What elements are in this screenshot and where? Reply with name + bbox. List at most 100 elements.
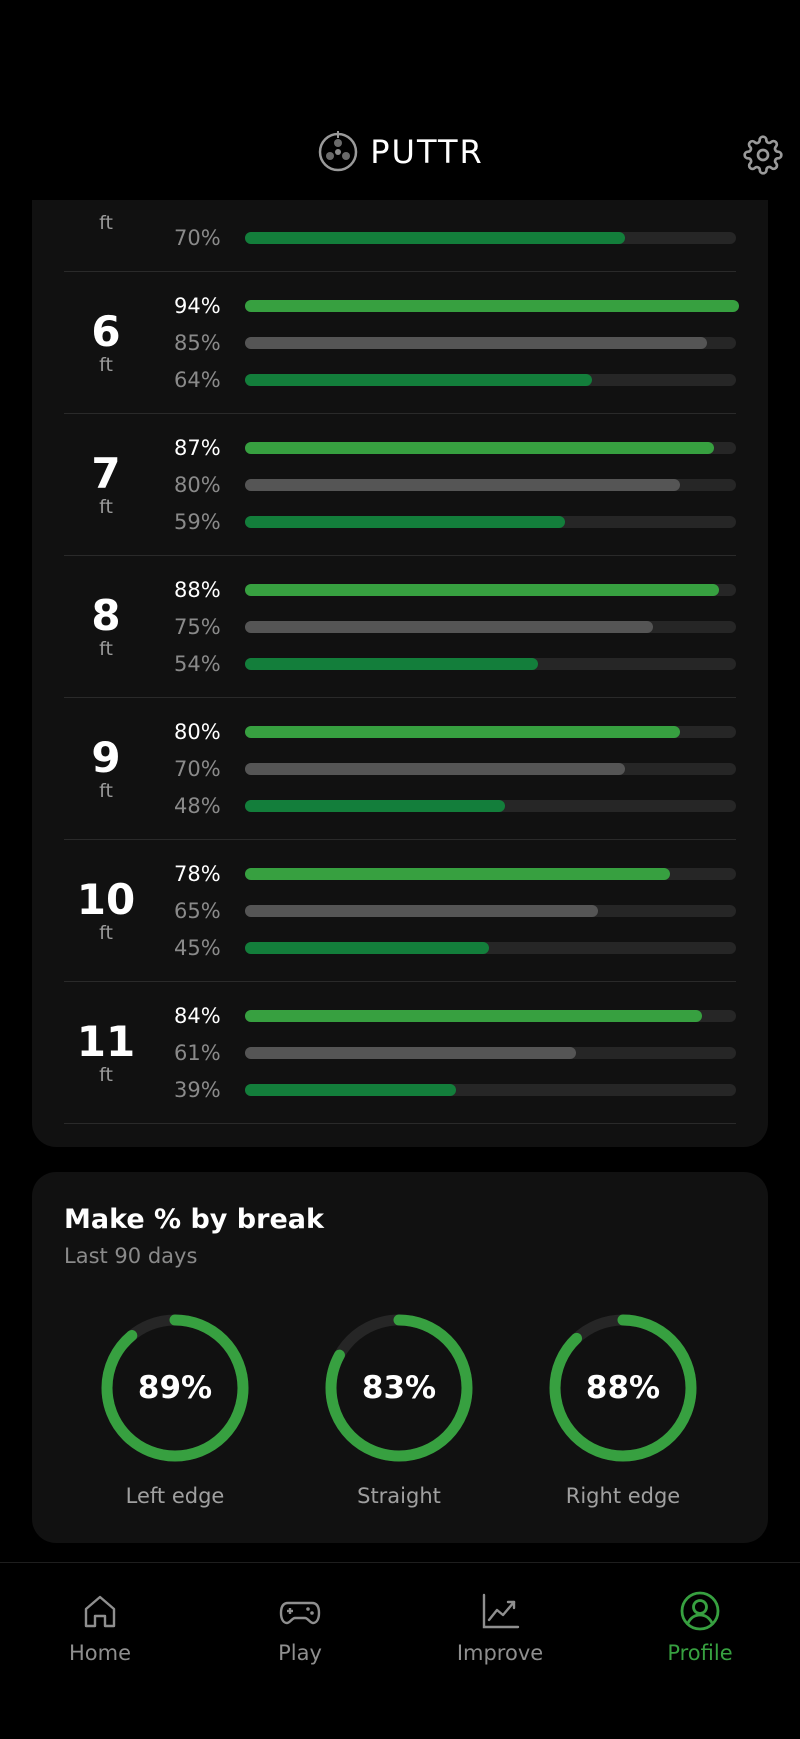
distance-row: 6 ft 94% 85% 64% xyxy=(64,272,740,414)
progress-track xyxy=(245,762,736,775)
metric-percent: 59% xyxy=(174,509,221,534)
progress-fill xyxy=(245,231,626,244)
distance-label: 6 ft xyxy=(64,272,148,414)
metric-percent: 70% xyxy=(174,225,221,250)
profile-icon xyxy=(680,1591,720,1631)
bottom-nav: Home Play Improve Profile xyxy=(0,1562,800,1739)
nav-item-home[interactable]: Home xyxy=(0,1589,200,1679)
app-header: PUTTR xyxy=(0,0,800,200)
progress-fill xyxy=(245,336,708,349)
progress-fill xyxy=(245,441,715,454)
nav-label: Home xyxy=(68,1641,131,1665)
metric-row: 85% xyxy=(174,324,736,361)
metric-percent: 88% xyxy=(174,577,221,602)
metric-percent: 70% xyxy=(174,756,221,781)
progress-track xyxy=(245,620,736,633)
distance-label: 10 ft xyxy=(64,840,148,982)
progress-track xyxy=(245,299,740,312)
nav-item-profile[interactable]: Profile xyxy=(600,1589,800,1679)
nav-label: Profile xyxy=(667,1641,733,1665)
progress-track xyxy=(245,373,736,386)
distance-label: 8 ft xyxy=(64,556,148,698)
metric-row: 64% xyxy=(174,361,736,398)
progress-track xyxy=(245,725,736,738)
distance-unit: ft xyxy=(99,638,113,660)
progress-fill xyxy=(245,867,671,880)
metric-row: 61% xyxy=(174,1034,736,1071)
metric-row: 80% xyxy=(174,713,736,750)
progress-fill xyxy=(245,1046,577,1059)
distance-value: 8 xyxy=(91,591,121,640)
distance-value: 6 xyxy=(91,307,121,356)
metric-row: 75% xyxy=(174,608,736,645)
metric-row: 78% xyxy=(174,855,736,892)
metric-percent: 65% xyxy=(174,898,221,923)
metric-row: 65% xyxy=(174,892,736,929)
metric-percent: 87% xyxy=(174,435,221,460)
nav-label: Improve xyxy=(456,1641,544,1665)
progress-fill xyxy=(245,657,539,670)
app-screen: 5ft70%6ft94%85%64%7ft87%80%59%8ft88%75%5… xyxy=(0,0,800,1739)
metric-percent: 80% xyxy=(174,472,221,497)
metric-row: 70% xyxy=(174,750,736,787)
trend-chart-icon xyxy=(482,1593,520,1629)
distance-value: 10 xyxy=(76,875,136,924)
progress-track xyxy=(245,657,736,670)
progress-track xyxy=(245,231,736,244)
progress-track xyxy=(245,583,736,596)
progress-track xyxy=(245,867,736,880)
ring-chart: 89% xyxy=(95,1308,255,1468)
progress-track xyxy=(245,1083,736,1096)
distance-unit: ft xyxy=(99,212,113,234)
metric-percent: 78% xyxy=(174,861,221,886)
progress-track xyxy=(245,1046,736,1059)
distance-row: 8 ft 88% 75% 54% xyxy=(64,556,736,698)
metric-row: 87% xyxy=(174,429,736,466)
metric-row: 70% xyxy=(174,219,736,256)
metric-row: 88% xyxy=(174,571,736,608)
distance-unit: ft xyxy=(99,922,113,944)
metric-row: 54% xyxy=(174,645,736,682)
brand: PUTTR xyxy=(0,130,800,174)
progress-fill xyxy=(245,583,720,596)
break-ring-item: 89% Left edge xyxy=(85,1308,265,1518)
progress-track xyxy=(245,904,736,917)
metric-percent: 94% xyxy=(174,293,221,318)
metric-percent: 45% xyxy=(174,935,221,960)
metric-percent: 39% xyxy=(174,1077,221,1102)
distance-label: 9 ft xyxy=(64,698,148,840)
distance-stats-card: 5ft70%6ft94%85%64%7ft87%80%59%8ft88%75%5… xyxy=(32,150,768,1147)
progress-fill xyxy=(245,941,490,954)
ring-chart: 83% xyxy=(319,1308,479,1468)
progress-fill xyxy=(245,904,599,917)
progress-fill xyxy=(245,620,654,633)
metric-row: 39% xyxy=(174,1071,736,1108)
metric-percent: 61% xyxy=(174,1040,221,1065)
progress-track xyxy=(245,336,736,349)
distance-unit: ft xyxy=(99,496,113,518)
metric-row: 45% xyxy=(174,929,736,966)
progress-fill xyxy=(245,1083,457,1096)
progress-fill xyxy=(245,299,740,312)
metric-percent: 85% xyxy=(174,330,221,355)
distance-value: 7 xyxy=(91,449,121,498)
progress-track xyxy=(245,799,736,812)
nav-item-play[interactable]: Play xyxy=(200,1589,400,1679)
break-ring-item: 83% Straight xyxy=(309,1308,489,1518)
gamepad-icon xyxy=(279,1601,321,1625)
progress-fill xyxy=(245,1009,703,1022)
break-stats-card: Make % by break Last 90 days 89% Left edg… xyxy=(32,1172,768,1543)
distance-label: 7 ft xyxy=(64,414,148,556)
nav-label: Play xyxy=(278,1641,322,1665)
gear-icon xyxy=(743,135,783,175)
distance-label: 11 ft xyxy=(64,982,148,1124)
break-ring-item: 88% Right edge xyxy=(533,1308,713,1518)
distance-unit: ft xyxy=(99,780,113,802)
metric-row: 84% xyxy=(174,997,736,1034)
nav-item-improve[interactable]: Improve xyxy=(400,1589,600,1679)
progress-fill xyxy=(245,478,681,491)
progress-fill xyxy=(245,725,681,738)
distance-row: 10 ft 78% 65% 45% xyxy=(64,840,736,982)
metric-row: 94% xyxy=(174,287,740,324)
settings-button[interactable] xyxy=(742,134,784,176)
